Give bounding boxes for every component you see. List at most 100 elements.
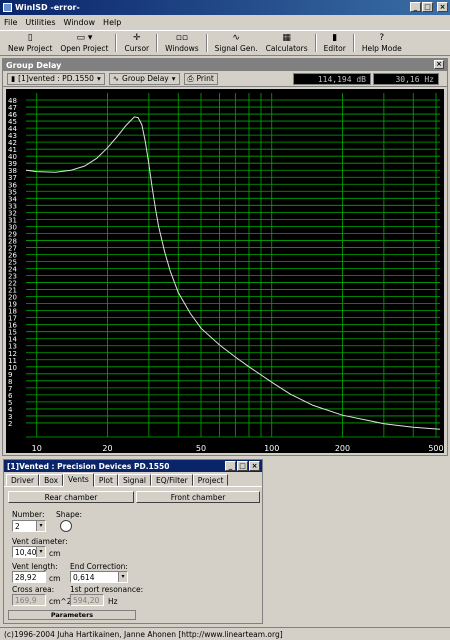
group-delay-chart[interactable]: 2345678910111213141516171819202122232425… (6, 89, 444, 453)
minimize-icon[interactable]: _ (225, 461, 236, 471)
menu-bar: File Utilities Window Help (0, 15, 450, 29)
y-tick-label: 40 (8, 153, 17, 161)
project-select[interactable]: ▮ [1]vented : PD.1550 ▾ (7, 72, 105, 85)
close-icon[interactable]: × (437, 2, 448, 12)
tab-driver[interactable]: Driver (6, 474, 40, 486)
y-tick-label: 2 (8, 420, 12, 428)
y-tick-label: 24 (8, 266, 17, 274)
menu-utilities[interactable]: Utilities (25, 18, 55, 27)
maximize-icon[interactable]: □ (422, 2, 433, 12)
app-icon (3, 3, 12, 12)
vent-length-field[interactable]: 28,92 (12, 571, 46, 583)
y-tick-label: 15 (8, 329, 17, 337)
graph-type-select[interactable]: ∿ Group Delay ▾ (108, 72, 180, 85)
chevron-down-icon: ▾ (171, 74, 176, 83)
group-delay-curve (25, 116, 441, 430)
parameters-window: [1]Vented : Precision Devices PD.1550 _ … (3, 459, 263, 624)
y-tick-label: 20 (8, 294, 17, 302)
y-tick-label: 28 (8, 237, 17, 245)
rear-chamber-button[interactable]: Rear chamber (8, 491, 134, 503)
chevron-down-icon[interactable]: ▾ (36, 547, 45, 557)
y-tick-label: 14 (8, 336, 17, 344)
signal-gen-button[interactable]: ∿ Signal Gen. (211, 31, 262, 55)
windows-button[interactable]: ▫▫ Windows (161, 31, 202, 55)
y-tick-label: 43 (8, 132, 17, 140)
x-tick-label: 10 (32, 444, 42, 453)
y-tick-label: 3 (8, 413, 12, 421)
shape-label: Shape: (56, 510, 83, 519)
tab-signal[interactable]: Signal (117, 474, 151, 486)
y-tick-label: 6 (8, 392, 13, 400)
y-tick-label: 34 (8, 195, 17, 203)
end-correction-label: End Correction: (70, 562, 128, 571)
graph-window-titlebar: Group Delay × (3, 59, 447, 71)
y-tick-label: 19 (8, 301, 17, 309)
menu-help[interactable]: Help (103, 18, 121, 27)
printer-icon: ⎙ (187, 73, 194, 83)
editor-icon: ▮ (332, 33, 338, 43)
group-delay-plot[interactable]: 2 3 4 5 6 7 8 9 10 11 12 13 14 15 16 17 18 19 20 21 22 23 24 25… (6, 89, 444, 453)
y-tick-label: 47 (8, 104, 17, 112)
parameters-title: [1]Vented : Precision Devices PD.1550 (7, 461, 170, 471)
y-tick-label: 31 (8, 216, 17, 224)
maximize-icon[interactable]: □ (237, 461, 248, 471)
calculators-button[interactable]: ▦ Calculators (262, 31, 312, 55)
cursor-icon: ✛ (133, 33, 141, 43)
shape-round-radio[interactable] (60, 520, 72, 532)
y-tick-label: 41 (8, 146, 17, 154)
new-project-button[interactable]: ▯ New Project (4, 31, 56, 55)
tab-vents[interactable]: Vents (63, 473, 94, 487)
minimize-icon[interactable]: _ (410, 2, 421, 12)
windows-icon: ▫▫ (175, 33, 188, 43)
parameters-bottom-tab[interactable]: Parameters (8, 610, 136, 620)
open-project-button[interactable]: ▭ ▾ Open Project (56, 31, 112, 55)
chevron-down-icon[interactable]: ▾ (36, 521, 45, 531)
end-correction-field[interactable]: 0,614 ▾ (70, 571, 128, 583)
y-tick-label: 17 (8, 315, 17, 323)
menu-window[interactable]: Window (64, 18, 96, 27)
y-tick-label: 9 (8, 371, 12, 379)
chevron-down-icon: ▾ (96, 74, 101, 83)
graph-window: Group Delay × ▮ [1]vented : PD.1550 ▾ ∿ … (2, 58, 448, 456)
sine-wave-icon: ∿ (112, 74, 120, 83)
editor-button[interactable]: ▮ Editor (320, 31, 350, 55)
y-tick-label: 33 (8, 202, 17, 210)
y-tick-label: 23 (8, 273, 17, 281)
new-document-icon: ▯ (27, 33, 33, 43)
number-field[interactable]: 2 ▾ (12, 520, 46, 532)
front-chamber-button[interactable]: Front chamber (136, 491, 260, 503)
toolbar-separator (352, 34, 355, 52)
vent-diameter-unit: cm (49, 549, 61, 558)
cross-area-unit: cm^2 (49, 597, 72, 606)
help-mode-button[interactable]: ? Help Mode (358, 31, 406, 55)
y-tick-label: 25 (8, 258, 17, 266)
cross-area-field: 169,9 (12, 594, 46, 606)
tab-plot[interactable]: Plot (93, 474, 118, 486)
x-tick-label: 50 (196, 444, 206, 453)
y-tick-label: 44 (8, 125, 17, 133)
parameters-tabs: Driver Box Vents Plot Signal EQ/Filter P… (4, 473, 262, 487)
y-tick-label: 35 (8, 188, 17, 196)
title-bar: WinISD -error- _ □ × (0, 0, 450, 15)
y-tick-label: 27 (8, 244, 17, 252)
menu-file[interactable]: File (4, 18, 17, 27)
tab-box[interactable]: Box (39, 474, 64, 486)
tab-eq-filter[interactable]: EQ/Filter (151, 474, 193, 486)
vent-diameter-label: Vent diameter: (12, 537, 68, 546)
y-tick-label: 10 (8, 364, 17, 372)
y-tick-label: 37 (8, 174, 17, 182)
cursor-button[interactable]: ✛ Cursor (120, 31, 153, 55)
y-tick-label: 42 (8, 139, 17, 147)
tab-project[interactable]: Project (192, 474, 229, 486)
y-tick-label: 29 (8, 230, 17, 238)
vent-diameter-field[interactable]: 10,40 ▾ (12, 546, 46, 558)
speaker-icon: ▮ (11, 74, 16, 83)
parameters-titlebar: [1]Vented : Precision Devices PD.1550 _ … (4, 460, 262, 472)
chevron-down-icon[interactable]: ▾ (118, 572, 127, 582)
close-icon[interactable]: × (434, 60, 444, 69)
y-tick-label: 18 (8, 308, 17, 316)
y-tick-label: 32 (8, 209, 17, 217)
close-icon[interactable]: × (249, 461, 260, 471)
y-tick-label: 30 (8, 223, 17, 231)
print-button[interactable]: ⎙ Print (183, 72, 218, 85)
